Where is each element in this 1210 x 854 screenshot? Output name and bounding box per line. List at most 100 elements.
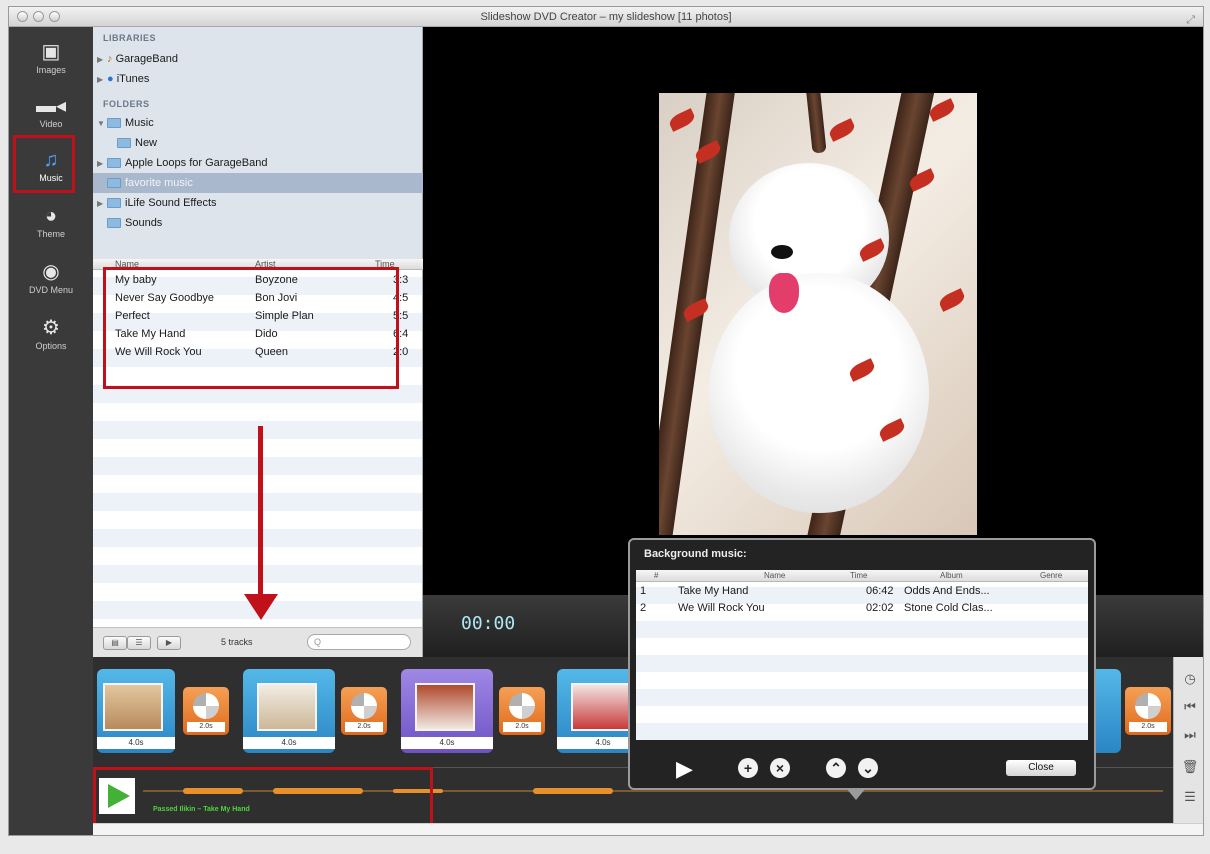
window-controls bbox=[17, 11, 60, 22]
playback-timer: 00:00 bbox=[461, 613, 516, 634]
view-details-button[interactable]: ☰ bbox=[127, 636, 151, 650]
photo-clip[interactable]: 4.0s bbox=[97, 669, 175, 753]
folder-icon bbox=[107, 158, 121, 169]
folder-icon bbox=[107, 118, 121, 129]
folders-heading: FOLDERS bbox=[103, 99, 150, 109]
folder-item-sounds[interactable]: Sounds bbox=[93, 213, 423, 233]
sidebar-item-video[interactable]: ▬◂ Video bbox=[9, 87, 93, 141]
clip-thumbnail bbox=[571, 683, 631, 731]
transition-icon bbox=[351, 693, 377, 719]
sidebar-item-theme[interactable]: ◕ Theme bbox=[9, 197, 93, 251]
music-number: 1 bbox=[640, 585, 647, 597]
preview-photo bbox=[659, 93, 977, 535]
transition-tile[interactable]: 2.0s bbox=[183, 687, 229, 735]
guitar-icon: ♪ bbox=[107, 53, 113, 65]
sidebar-item-label: Images bbox=[36, 65, 66, 75]
transition-icon bbox=[509, 693, 535, 719]
music-row[interactable]: 1 Take My Hand 06:42 Odds And Ends... bbox=[636, 583, 1088, 600]
library-item-garageband[interactable]: ▶ ♪ GarageBand bbox=[93, 49, 423, 69]
annotation-arrow bbox=[258, 426, 263, 596]
trash-icon[interactable]: 🗑 bbox=[1180, 757, 1200, 777]
photo-clip-selected[interactable]: 4.0s bbox=[401, 669, 493, 753]
sidebar-item-images[interactable]: ▣ Images bbox=[9, 33, 93, 87]
folder-item-music[interactable]: ▼ Music bbox=[93, 113, 423, 133]
photo-clip[interactable] bbox=[1095, 669, 1121, 753]
transition-tile[interactable]: 2.0s bbox=[1125, 687, 1171, 735]
transition-icon bbox=[193, 693, 219, 719]
search-input[interactable]: Q bbox=[307, 634, 411, 650]
close-button[interactable]: Close bbox=[1006, 760, 1076, 776]
status-strip bbox=[93, 823, 1203, 835]
sidebar-item-label: Video bbox=[39, 119, 63, 129]
column-header-number[interactable]: # bbox=[654, 571, 658, 580]
track-list-footer: ▤ ☰ ▶ 5 tracks Q bbox=[93, 627, 423, 657]
minimize-window-button[interactable] bbox=[33, 11, 44, 22]
music-number: 2 bbox=[640, 602, 647, 614]
folder-label: New bbox=[135, 137, 158, 149]
music-row[interactable]: 2 We Will Rock You 02:02 Stone Cold Clas… bbox=[636, 600, 1088, 617]
folder-icon bbox=[117, 138, 131, 149]
music-name: We Will Rock You bbox=[678, 602, 765, 614]
preview-area bbox=[423, 27, 1203, 595]
disc-icon: ◉ bbox=[42, 261, 60, 283]
folder-icon bbox=[107, 198, 121, 209]
libraries-heading: LIBRARIES bbox=[103, 33, 157, 43]
clip-duration: 4.0s bbox=[97, 737, 175, 749]
disclosure-triangle-icon[interactable]: ▶ bbox=[97, 154, 107, 174]
clock-icon[interactable]: ◷ bbox=[1180, 669, 1200, 689]
track-count: 5 tracks bbox=[221, 637, 253, 647]
column-header-time[interactable]: Time bbox=[850, 571, 867, 580]
transition-tile[interactable]: 2.0s bbox=[341, 687, 387, 735]
disclosure-triangle-open-icon[interactable]: ▼ bbox=[97, 114, 107, 134]
library-item-label: iTunes bbox=[116, 73, 150, 85]
folder-item-ilife-sound-effects[interactable]: ▶ iLife Sound Effects bbox=[93, 193, 423, 213]
transition-tile[interactable]: 2.0s bbox=[499, 687, 545, 735]
column-header-genre[interactable]: Genre bbox=[1040, 571, 1062, 580]
itunes-icon: ● bbox=[107, 73, 114, 85]
view-list-button[interactable]: ▤ bbox=[103, 636, 127, 650]
folder-item-apple-loops[interactable]: ▶ Apple Loops for GarageBand bbox=[93, 153, 423, 173]
skip-start-icon[interactable]: ⏮ bbox=[1180, 697, 1200, 717]
music-album: Stone Cold Clas... bbox=[904, 602, 993, 614]
folder-icon bbox=[107, 218, 121, 229]
column-header-name[interactable]: Name bbox=[764, 571, 785, 580]
library-item-itunes[interactable]: ▶ ● iTunes bbox=[93, 69, 423, 89]
column-header-album[interactable]: Album bbox=[940, 571, 963, 580]
folder-label: Sounds bbox=[125, 217, 163, 229]
zoom-window-button[interactable] bbox=[49, 11, 60, 22]
photo-clip[interactable]: 4.0s bbox=[243, 669, 335, 753]
library-tree: LIBRARIES ▶ ♪ GarageBand ▶ ● iTunes FOLDER… bbox=[93, 27, 423, 259]
palette-icon: ◕ bbox=[44, 205, 58, 227]
folder-label: Music bbox=[125, 117, 154, 129]
popup-title: Background music: bbox=[644, 548, 747, 560]
move-up-icon[interactable]: ⌃ bbox=[826, 758, 846, 778]
clip-duration: 4.0s bbox=[401, 737, 493, 749]
gear-icon: ⚙ bbox=[42, 317, 60, 339]
close-window-button[interactable] bbox=[17, 11, 28, 22]
clip-thumbnail bbox=[103, 683, 163, 731]
timeline-tools: ◷ ⏮ ⏭ 🗑 ☰ bbox=[1173, 657, 1203, 823]
play-icon[interactable]: ▶ bbox=[676, 758, 693, 780]
list-icon[interactable]: ☰ bbox=[1180, 787, 1200, 807]
window-title: Slideshow DVD Creator – my slideshow [11… bbox=[480, 11, 732, 23]
folder-item-new[interactable]: New bbox=[93, 133, 423, 153]
remove-icon[interactable]: × bbox=[770, 758, 790, 778]
sidebar-item-dvd-menu[interactable]: ◉ DVD Menu bbox=[9, 253, 93, 307]
clip-thumbnail bbox=[257, 683, 317, 731]
skip-end-icon[interactable]: ⏭ bbox=[1180, 725, 1200, 745]
music-name: Take My Hand bbox=[678, 585, 749, 597]
audio-highlight-box bbox=[93, 767, 433, 829]
folder-item-favorite-music[interactable]: favorite music bbox=[93, 173, 423, 193]
play-preview-button[interactable]: ▶ bbox=[157, 636, 181, 650]
video-camera-icon: ▬◂ bbox=[35, 95, 67, 117]
disclosure-triangle-icon[interactable]: ▶ bbox=[97, 194, 107, 214]
music-highlight-box bbox=[13, 135, 75, 193]
folder-label: favorite music bbox=[125, 177, 193, 189]
folder-icon bbox=[107, 178, 121, 189]
sidebar-item-options[interactable]: ⚙ Options bbox=[9, 309, 93, 363]
move-down-icon[interactable]: ⌄ bbox=[858, 758, 878, 778]
disclosure-triangle-icon[interactable]: ▶ bbox=[97, 70, 107, 90]
tracks-highlight-box bbox=[103, 267, 399, 389]
disclosure-triangle-icon[interactable]: ▶ bbox=[97, 50, 107, 70]
add-icon[interactable]: + bbox=[738, 758, 758, 778]
